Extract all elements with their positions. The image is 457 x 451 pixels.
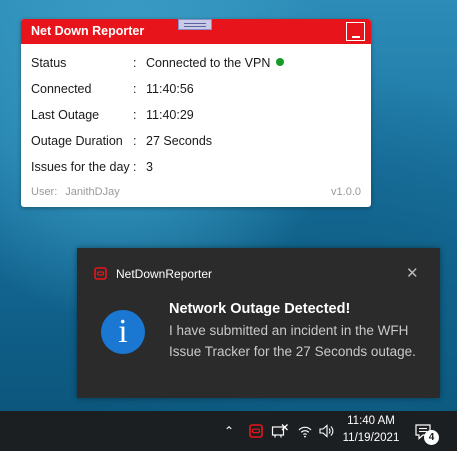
- notification-count-badge: 4: [424, 430, 439, 445]
- info-icon: i: [101, 310, 145, 354]
- user-footer: User: JanithDJay: [31, 186, 120, 198]
- drag-handle-line: [184, 23, 206, 24]
- issues-colon: :: [133, 160, 137, 174]
- outage-duration-value: 27 Seconds: [146, 134, 213, 148]
- drag-handle-line: [184, 26, 206, 27]
- status-dot-icon: [276, 58, 285, 66]
- user-name: JanithDJay: [65, 186, 120, 198]
- window-title: Net Down Reporter: [31, 24, 145, 38]
- drag-handle[interactable]: [178, 19, 212, 30]
- user-label: User:: [31, 186, 58, 198]
- clock-date[interactable]: 11/19/2021: [339, 432, 403, 444]
- show-hidden-icons-chevron-icon[interactable]: ⌃: [224, 424, 234, 438]
- title-bar[interactable]: Net Down Reporter: [21, 19, 371, 44]
- toast-heading: Network Outage Detected!: [169, 301, 351, 317]
- last-outage-value: 11:40:29: [146, 108, 194, 122]
- info-glyph: i: [118, 313, 128, 350]
- minimize-button[interactable]: [346, 22, 365, 41]
- taskbar: ⌃ 11:40 AM 11/19/2021 4: [0, 411, 457, 451]
- wifi-icon[interactable]: [297, 423, 313, 439]
- outage-duration-colon: :: [133, 134, 137, 148]
- toast-app-name: NetDownReporter: [116, 267, 213, 281]
- minimize-icon: [352, 36, 360, 38]
- connected-value: 11:40:56: [146, 82, 194, 96]
- last-outage-colon: :: [133, 108, 137, 122]
- version-label: v1.0.0: [331, 186, 361, 198]
- status-value: Connected to the VPN: [146, 56, 271, 70]
- close-icon[interactable]: ✕: [406, 266, 419, 281]
- network-disconnected-icon[interactable]: [271, 423, 289, 439]
- status-value-wrap: Connected to the VPN: [146, 56, 285, 70]
- issues-value: 3: [146, 160, 153, 174]
- toast-body: I have submitted an incident in the WFH …: [169, 323, 416, 359]
- app-icon: [94, 267, 107, 280]
- volume-icon[interactable]: [318, 423, 334, 439]
- connected-colon: :: [133, 82, 137, 96]
- toast-notification[interactable]: NetDownReporter ✕ i Network Outage Detec…: [77, 248, 440, 398]
- clock-time[interactable]: 11:40 AM: [339, 415, 403, 427]
- net-down-reporter-window: Net Down Reporter Status : Connected to …: [21, 19, 371, 207]
- status-colon: :: [133, 56, 137, 70]
- net-down-reporter-tray-icon[interactable]: [249, 424, 263, 438]
